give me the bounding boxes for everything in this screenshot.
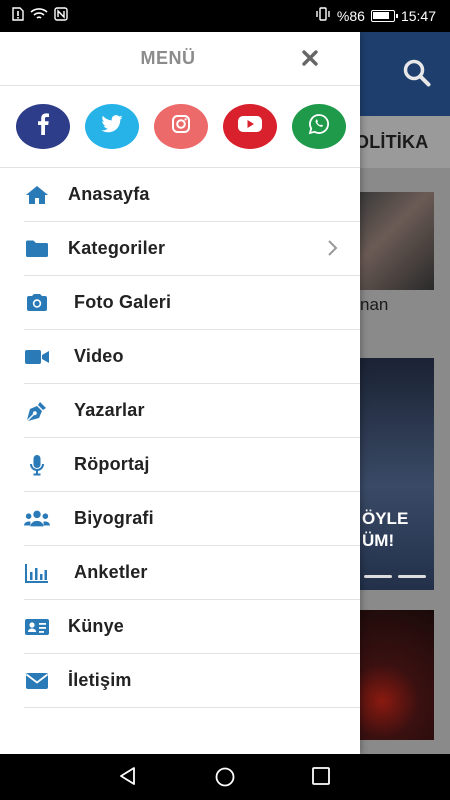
close-icon[interactable] bbox=[298, 46, 322, 70]
menu-item-foto-galeri[interactable]: Foto Galeri bbox=[24, 276, 360, 330]
slider-photo[interactable] bbox=[360, 358, 434, 590]
menu-item-label: Biyografi bbox=[74, 508, 154, 528]
menu-item-video[interactable]: Video bbox=[24, 330, 360, 384]
chevron-right-icon bbox=[326, 239, 338, 262]
wifi-icon bbox=[30, 7, 48, 24]
nfc-icon bbox=[54, 7, 68, 24]
twitter-icon bbox=[101, 115, 123, 138]
menu-item-iletisim[interactable]: İletişim bbox=[24, 654, 360, 708]
news-photo[interactable] bbox=[360, 192, 434, 290]
whatsapp-icon bbox=[308, 113, 330, 140]
tab-politika[interactable]: OLİTİKA bbox=[355, 132, 428, 153]
system-nav-bar bbox=[0, 754, 450, 800]
news-title[interactable]: nan bbox=[360, 295, 388, 315]
slider-caption: ÖYLE ÜM! bbox=[362, 509, 409, 550]
recents-icon[interactable] bbox=[311, 766, 331, 791]
battery-icon bbox=[370, 9, 398, 22]
menu-item-label: Foto Galeri bbox=[74, 292, 172, 312]
poll-chart-icon bbox=[24, 562, 50, 584]
clock: 15:47 bbox=[400, 7, 436, 24]
slider-indicator bbox=[364, 575, 426, 578]
menu-item-label: Video bbox=[74, 346, 124, 366]
navigation-drawer: MENÜ Anasayfa Kategoriler Foto Galeri Vi… bbox=[0, 32, 360, 754]
status-bar: %86 15:47 bbox=[0, 0, 450, 32]
menu-item-biyografi[interactable]: Biyografi bbox=[24, 492, 360, 546]
menu-item-kategoriler[interactable]: Kategoriler bbox=[24, 222, 360, 276]
instagram-button[interactable] bbox=[154, 104, 208, 149]
menu-list: Anasayfa Kategoriler Foto Galeri Video Y… bbox=[0, 168, 360, 708]
social-links bbox=[0, 86, 360, 168]
menu-item-label: İletişim bbox=[68, 670, 132, 690]
whatsapp-button[interactable] bbox=[292, 104, 346, 149]
menu-item-yazarlar[interactable]: Yazarlar bbox=[24, 384, 360, 438]
twitter-button[interactable] bbox=[85, 104, 139, 149]
home-nav-icon[interactable] bbox=[214, 766, 236, 793]
home-icon bbox=[24, 184, 50, 206]
instagram-icon bbox=[171, 114, 191, 139]
menu-item-label: Yazarlar bbox=[74, 400, 145, 420]
youtube-icon bbox=[237, 115, 263, 138]
users-icon bbox=[24, 508, 50, 530]
envelope-icon bbox=[24, 670, 50, 692]
menu-item-label: Kategoriler bbox=[68, 238, 166, 258]
microphone-icon bbox=[24, 454, 50, 476]
pen-icon bbox=[24, 400, 50, 422]
news-photo[interactable] bbox=[360, 610, 434, 740]
menu-item-label: Künye bbox=[68, 616, 125, 636]
search-icon[interactable] bbox=[402, 58, 432, 93]
menu-item-anketler[interactable]: Anketler bbox=[24, 546, 360, 600]
sim-alert-icon bbox=[12, 7, 24, 24]
menu-item-roportaj[interactable]: Röportaj bbox=[24, 438, 360, 492]
menu-item-kunye[interactable]: Künye bbox=[24, 600, 360, 654]
folder-icon bbox=[24, 238, 50, 260]
facebook-button[interactable] bbox=[16, 104, 70, 149]
camera-icon bbox=[24, 292, 50, 314]
facebook-icon bbox=[36, 113, 50, 140]
menu-item-label: Anasayfa bbox=[68, 184, 150, 204]
menu-item-label: Anketler bbox=[74, 562, 148, 582]
menu-item-label: Röportaj bbox=[74, 454, 150, 474]
drawer-header: MENÜ bbox=[0, 32, 360, 86]
id-card-icon bbox=[24, 616, 50, 638]
battery-percent: %86 bbox=[336, 7, 365, 24]
back-icon[interactable] bbox=[118, 766, 138, 791]
video-icon bbox=[24, 346, 50, 368]
menu-title: MENÜ bbox=[140, 48, 196, 68]
menu-item-anasayfa[interactable]: Anasayfa bbox=[24, 168, 360, 222]
vibrate-icon bbox=[315, 7, 331, 24]
youtube-button[interactable] bbox=[223, 104, 277, 149]
